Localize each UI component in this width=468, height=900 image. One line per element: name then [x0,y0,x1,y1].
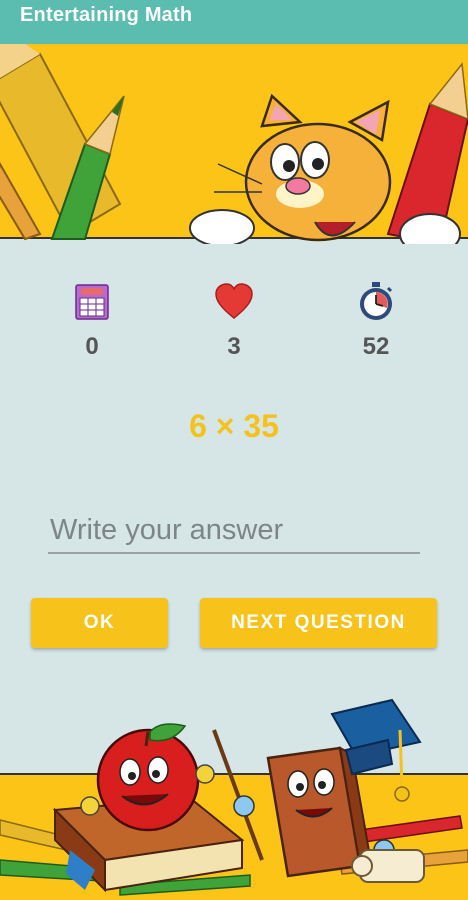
bottom-banner-illustration [0,698,468,900]
ok-button[interactable]: OK [31,598,168,648]
math-question: 6 × 35 [189,408,279,444]
score-value: 0 [85,333,99,360]
score-stat: 0 [52,282,132,361]
scoreboard-icon [75,284,109,320]
app-bar: Entertaining Math [0,0,468,44]
lives-value: 3 [227,333,241,360]
timer-value: 52 [362,333,390,360]
cartoon-scroll [351,849,425,883]
answer-input[interactable] [48,508,420,554]
timer-stat: 52 [336,282,416,361]
top-banner-illustration [0,44,468,244]
lives-stat: 3 [194,282,274,361]
stopwatch-icon [360,282,393,320]
heart-icon [215,283,253,319]
app-title: Entertaining Math [20,4,193,26]
next-question-button[interactable]: NEXT QUESTION [200,598,437,648]
